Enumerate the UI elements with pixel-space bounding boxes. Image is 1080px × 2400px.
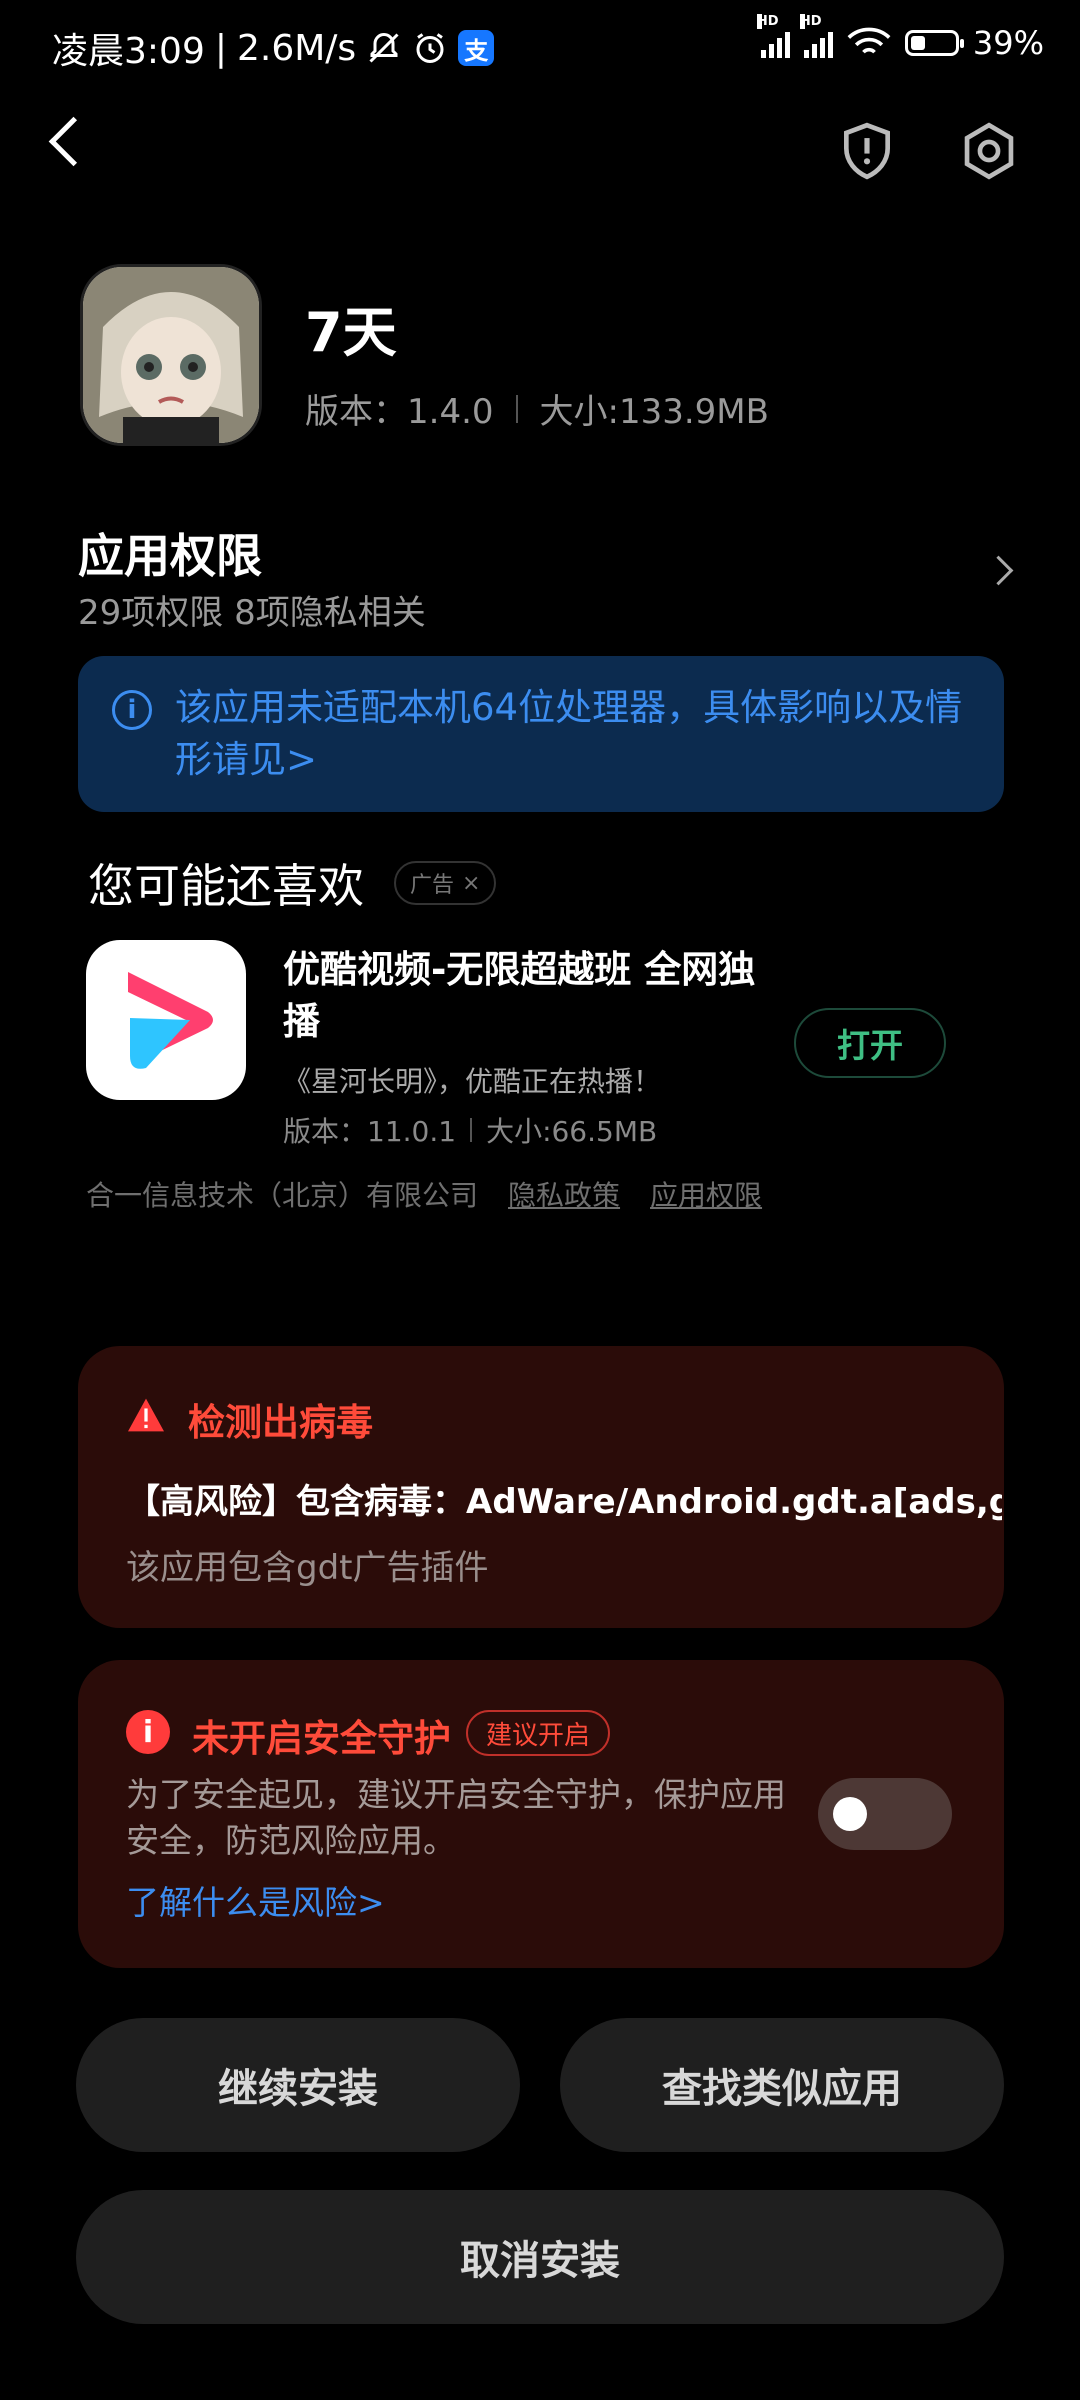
warning-icon (128, 1398, 164, 1432)
security-desc: 为了安全起见，建议开启安全守护，保护应用安全，防范风险应用。 (126, 1775, 786, 1860)
wifi-icon (847, 27, 891, 54)
divider (470, 1118, 473, 1142)
divider (515, 394, 518, 423)
settings-icon[interactable] (958, 120, 1020, 182)
suggest-badge: 建议开启 (466, 1710, 611, 1756)
alert-icon: i (126, 1710, 170, 1754)
find-similar-button[interactable]: 查找类似应用 (560, 2018, 1004, 2152)
app-icon (80, 264, 262, 446)
signal-icon-2: HD (799, 14, 833, 58)
recommend-app-desc: 《星河长明》，优酷正在热播！ (283, 1065, 662, 1098)
learn-risk-link[interactable]: 了解什么是风险> (126, 1876, 385, 1924)
developer-row: 合一信息技术（北京）有限公司 隐私政策 应用权限 (86, 1174, 762, 1214)
status-bar-left: 凌晨3:09 | 2.6M/s 支 (52, 22, 495, 74)
virus-desc: 该应用包含gdt广告插件 (126, 1548, 489, 1588)
recommend-title: 您可能还喜欢 (88, 859, 364, 913)
alipay-icon: 支 (458, 30, 495, 66)
clock: 凌晨3:09 (52, 31, 205, 72)
recommend-app-title[interactable]: 优酷视频-无限超越班 全网独播 (283, 944, 773, 1048)
alarm-clock-icon (416, 33, 444, 63)
mute-bell-icon (369, 32, 399, 63)
cancel-install-button[interactable]: 取消安装 (76, 2190, 1004, 2324)
permissions-summary[interactable]: 29项权限 8项隐私相关 (78, 585, 426, 634)
youku-app-icon[interactable] (86, 940, 246, 1100)
privacy-policy-link[interactable]: 隐私政策 (508, 1174, 620, 1214)
status-bar-right: HD HD 39% (756, 14, 1044, 62)
toggle-knob[interactable] (833, 1797, 867, 1831)
security-title: 未开启安全守护 (192, 1717, 451, 1760)
signal-icon-1: HD (756, 14, 790, 58)
recommend-app-version: 版本：11.0.1 (283, 1115, 457, 1148)
close-icon[interactable]: × (462, 871, 480, 896)
compatibility-notice-text[interactable]: 该应用未适配本机64位处理器，具体影响以及情形请见> (175, 682, 975, 786)
info-icon: i (112, 690, 152, 730)
virus-title: 检测出病毒 (188, 1401, 373, 1444)
app-meta: 版本：1.4.0 大小:133.9MB (305, 384, 769, 433)
chevron-right-icon[interactable] (983, 555, 1014, 586)
back-button[interactable] (48, 116, 99, 167)
permissions-title[interactable]: 应用权限 (78, 520, 262, 586)
battery-icon (904, 30, 964, 56)
app-permissions-link[interactable]: 应用权限 (650, 1174, 762, 1214)
recommend-app-size: 大小:66.5MB (486, 1115, 658, 1148)
network-speed: 2.6M/s (236, 27, 357, 69)
developer-name: 合一信息技术（北京）有限公司 (86, 1179, 479, 1212)
battery-percent: 39% (972, 24, 1044, 62)
recommend-app-meta: 版本：11.0.1 大小:66.5MB (283, 1110, 657, 1150)
app-version: 版本：1.4.0 (305, 392, 494, 432)
continue-install-button[interactable]: 继续安装 (76, 2018, 520, 2152)
virus-detail: 【高风险】包含病毒：AdWare/Android.gdt.a[ads,gen] (126, 1482, 1002, 1522)
app-name: 7天 (305, 301, 397, 364)
shield-alert-icon[interactable] (836, 120, 898, 182)
ad-badge[interactable]: 广告 × (394, 861, 497, 905)
app-size: 大小:133.9MB (539, 392, 769, 432)
ad-label: 广告 (410, 873, 455, 898)
open-button[interactable]: 打开 (794, 1008, 946, 1078)
